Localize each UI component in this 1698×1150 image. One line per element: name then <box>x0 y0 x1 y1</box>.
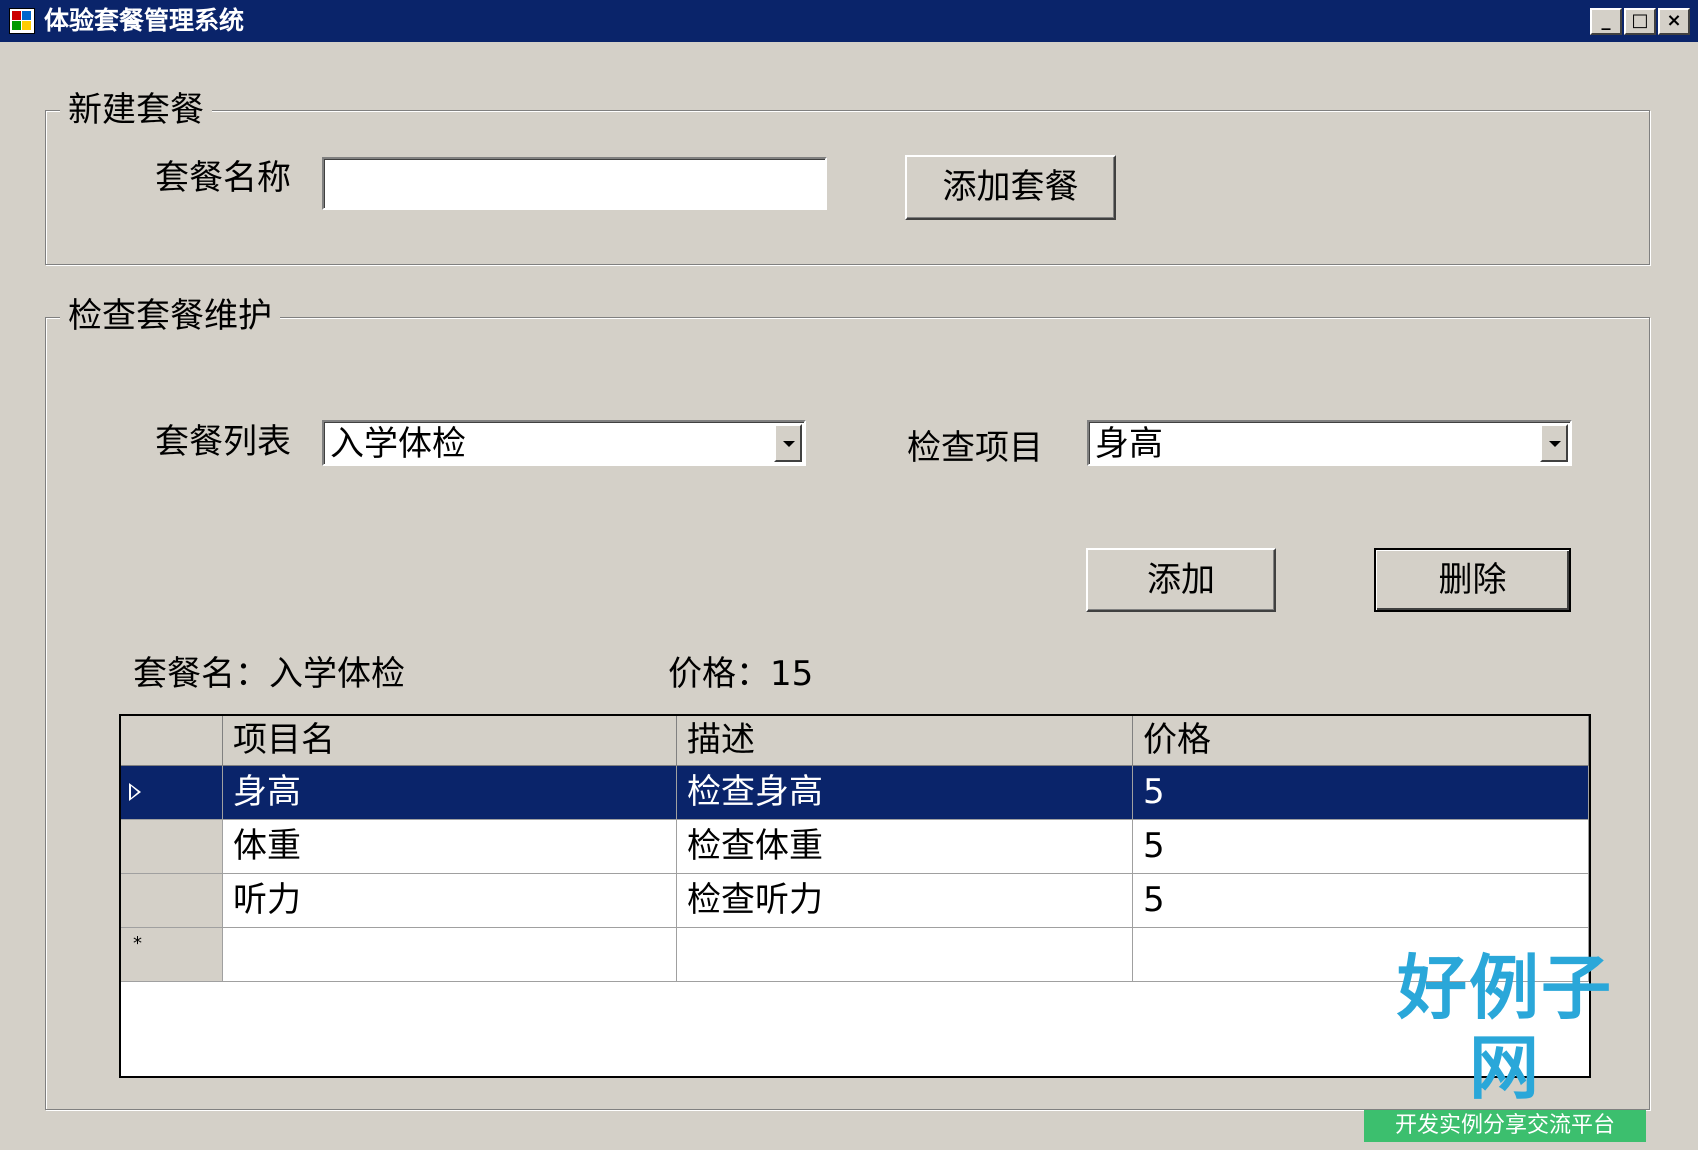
package-name-input[interactable] <box>322 157 827 210</box>
check-item-value: 身高 <box>1095 424 1163 464</box>
package-list-combobox[interactable]: 入学体检 <box>322 420 806 466</box>
package-price-display: 价格：15 <box>668 654 814 694</box>
new-row-marker-icon: * <box>133 933 142 954</box>
row-header[interactable] <box>121 874 223 928</box>
row-header-new[interactable]: * <box>121 928 223 982</box>
watermark-logo: 好例子网 开发实例分享交流平台 <box>1364 948 1646 1142</box>
new-package-legend: 新建套餐 <box>60 90 212 130</box>
watermark-brand: 好例子网 <box>1397 947 1613 1109</box>
close-button[interactable]: × <box>1658 8 1690 35</box>
add-item-button[interactable]: 添加 <box>1086 548 1276 612</box>
column-header-desc[interactable]: 描述 <box>677 716 1133 766</box>
chevron-down-icon[interactable] <box>1540 424 1568 462</box>
delete-item-button[interactable]: 删除 <box>1374 548 1571 612</box>
table-cell-name[interactable]: 听力 <box>223 874 677 928</box>
table-cell-price[interactable]: 5 <box>1133 820 1589 874</box>
table-cell-desc[interactable]: 检查身高 <box>677 766 1133 820</box>
table-cell-desc[interactable]: 检查体重 <box>677 820 1133 874</box>
grid-corner-header <box>121 716 223 766</box>
package-list-label: 套餐列表 <box>155 422 291 462</box>
check-item-label: 检查项目 <box>907 428 1043 468</box>
package-name-display: 套餐名：入学体检 <box>133 654 405 694</box>
package-list-value: 入学体检 <box>330 424 466 464</box>
row-header[interactable] <box>121 820 223 874</box>
add-package-button[interactable]: 添加套餐 <box>905 155 1116 220</box>
column-header-name[interactable]: 项目名 <box>223 716 677 766</box>
window-title: 体验套餐管理系统 <box>44 6 245 35</box>
new-row-cell-name[interactable] <box>223 928 677 982</box>
title-bar: 体验套餐管理系统 _ □ × <box>0 0 1698 42</box>
table-cell-price[interactable]: 5 <box>1133 766 1589 820</box>
app-icon <box>9 8 35 34</box>
check-item-combobox[interactable]: 身高 <box>1087 420 1572 466</box>
table-cell-name[interactable]: 体重 <box>223 820 677 874</box>
current-row-pointer-icon <box>129 783 141 801</box>
table-cell-desc[interactable]: 检查听力 <box>677 874 1133 928</box>
chevron-down-icon[interactable] <box>774 424 802 462</box>
watermark-slogan: 开发实例分享交流平台 <box>1364 1110 1646 1142</box>
package-name-label: 套餐名称 <box>155 158 291 198</box>
maintenance-legend: 检查套餐维护 <box>60 296 280 336</box>
maximize-button[interactable]: □ <box>1624 8 1656 35</box>
table-cell-name[interactable]: 身高 <box>223 766 677 820</box>
row-header-current[interactable] <box>121 766 223 820</box>
minimize-button[interactable]: _ <box>1590 8 1622 35</box>
table-cell-price[interactable]: 5 <box>1133 874 1589 928</box>
new-row-cell-desc[interactable] <box>677 928 1133 982</box>
column-header-price[interactable]: 价格 <box>1133 716 1589 766</box>
